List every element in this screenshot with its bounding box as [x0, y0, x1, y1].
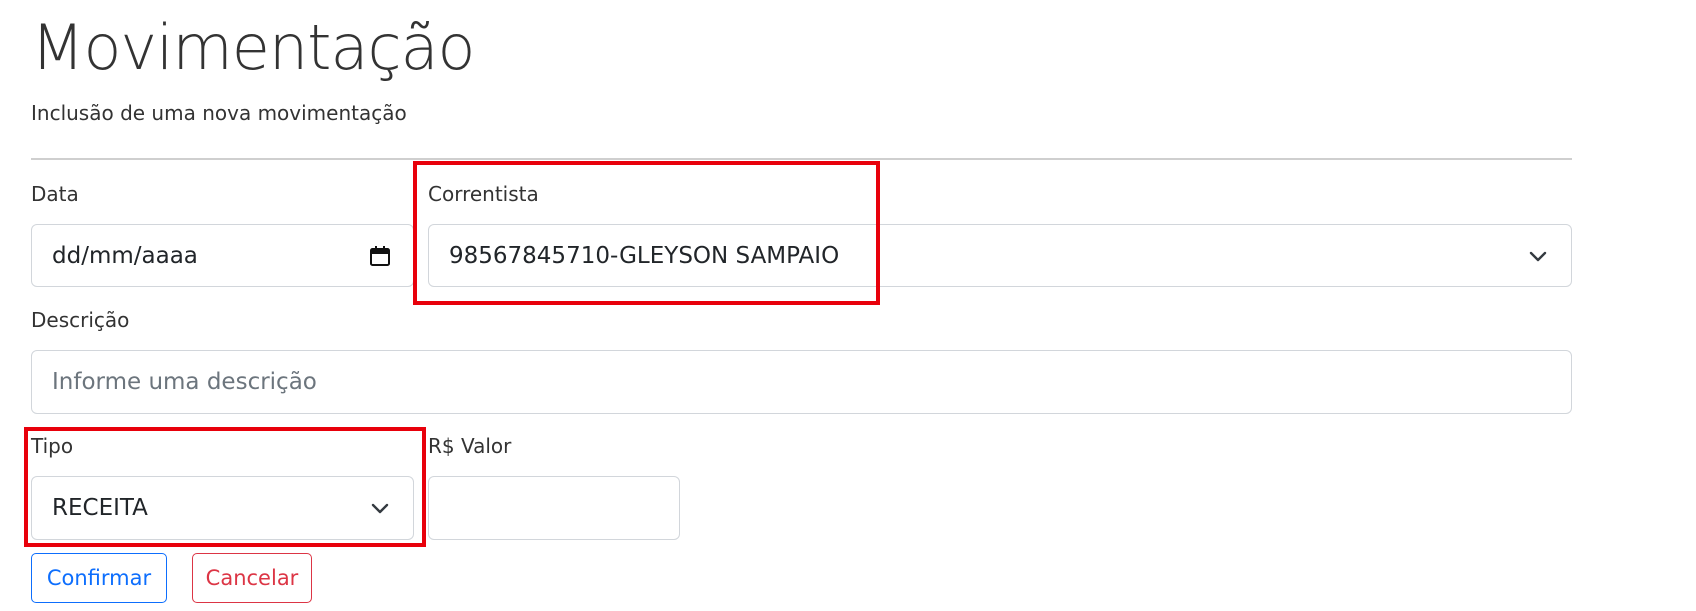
valor-field[interactable]	[428, 476, 680, 540]
correntista-select[interactable]: 98567845710-GLEYSON SAMPAIO	[428, 224, 1572, 287]
correntista-selected-value: 98567845710-GLEYSON SAMPAIO	[449, 242, 840, 269]
header-divider	[31, 158, 1572, 160]
valor-label: R$ Valor	[428, 434, 512, 458]
cancel-button[interactable]: Cancelar	[192, 553, 312, 603]
chevron-down-icon	[1525, 243, 1551, 269]
correntista-label: Correntista	[428, 182, 539, 206]
valor-input[interactable]	[449, 495, 659, 521]
data-label: Data	[31, 182, 79, 206]
descricao-field[interactable]	[31, 350, 1572, 414]
confirm-button[interactable]: Confirmar	[31, 553, 167, 603]
data-date-field[interactable]: dd/mm/aaaa	[31, 224, 414, 287]
descricao-input[interactable]	[52, 369, 1551, 395]
calendar-icon[interactable]	[367, 243, 393, 269]
tipo-selected-value: RECEITA	[52, 495, 148, 521]
chevron-down-icon	[367, 495, 393, 521]
descricao-label: Descrição	[31, 308, 130, 332]
page-title: Movimentação	[31, 11, 475, 84]
tipo-label: Tipo	[31, 434, 74, 458]
data-date-value: dd/mm/aaaa	[52, 242, 198, 269]
page-subtitle: Inclusão de uma nova movimentação	[31, 101, 407, 125]
tipo-select[interactable]: RECEITA	[31, 476, 414, 540]
